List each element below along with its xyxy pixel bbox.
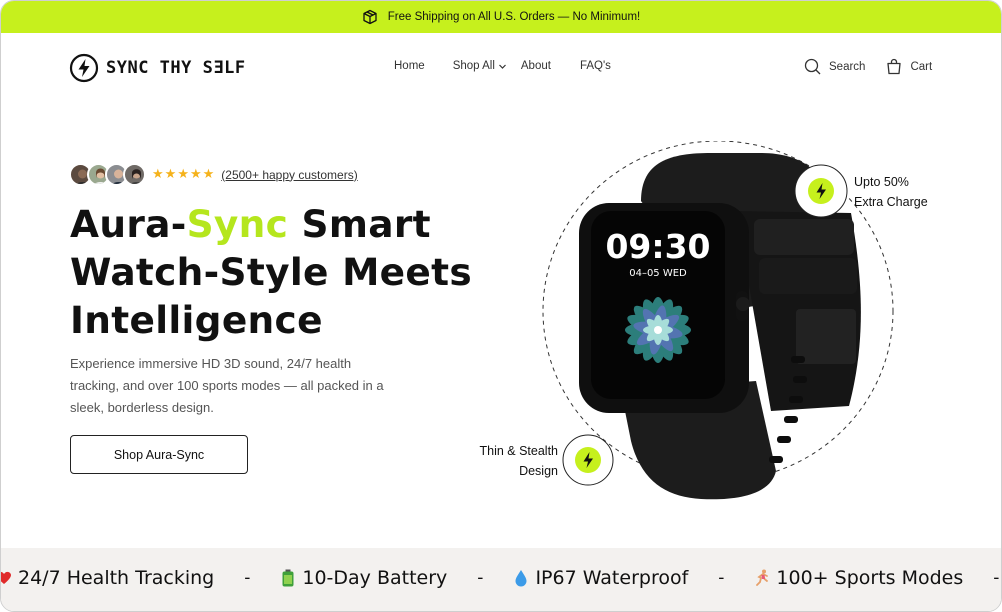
marquee-item-label: 24/7 Health Tracking: [18, 567, 215, 589]
brand-name: SYNC THY SƎLF: [106, 58, 246, 78]
title-accent: Sync: [186, 202, 289, 246]
star-icon: ★: [177, 167, 189, 182]
cart-label: Cart: [910, 60, 933, 73]
watch-date: 04–05 WED: [629, 268, 687, 279]
nav-home[interactable]: Home: [394, 60, 425, 72]
marquee-item-label: 10-Day Battery: [302, 567, 448, 589]
marquee-separator: -: [477, 568, 484, 588]
nav-shop-all-label: Shop All: [452, 60, 495, 72]
feature-top-line2: Extra Charge: [854, 195, 928, 209]
chevron-down-icon: [498, 64, 506, 69]
header-actions: Search Cart: [804, 58, 932, 75]
feature-thin-design: Thin & Stealth Design: [473, 441, 558, 481]
nav-shop-all[interactable]: Shop All: [453, 60, 507, 72]
page-frame: Free Shipping on All U.S. Orders — No Mi…: [0, 0, 1002, 612]
rating-stars: ★ ★ ★ ★ ★: [152, 167, 214, 182]
marquee-separator: -: [244, 568, 251, 588]
watch-time: 09:30: [605, 227, 710, 266]
feature-bottom-line2: Design: [519, 464, 558, 478]
title-part2: Smart: [288, 202, 431, 246]
announcement-text: Free Shipping on All U.S. Orders — No Mi…: [387, 11, 641, 23]
marquee-item-label: 100+ Sports Modes: [776, 567, 964, 589]
lightning-icon: [69, 53, 99, 83]
runner-icon: [756, 569, 769, 586]
heart-icon: [1, 571, 11, 584]
shop-aura-sync-button[interactable]: Shop Aura-Sync: [70, 435, 248, 474]
battery-icon: [282, 569, 294, 587]
marquee-item: 100+ Sports Modes: [754, 567, 963, 589]
nav-home-label: Home: [394, 60, 425, 72]
star-icon: ★: [164, 167, 177, 182]
nav-faqs-label: FAQ's: [579, 60, 611, 72]
customer-avatars: [69, 163, 146, 186]
hero-title: Aura-Sync Smart Watch-Style Meets Intell…: [70, 200, 472, 344]
title-line3: Intelligence: [70, 298, 323, 342]
nav-faqs[interactable]: FAQ's: [580, 60, 611, 72]
droplet-icon: [515, 570, 527, 587]
marquee-track: 24/7 Health Tracking - 10-Day Battery - …: [1, 548, 1001, 608]
main-nav: Home Shop All About FAQ's: [394, 60, 611, 72]
marquee-item-label: IP67 Waterproof: [535, 567, 689, 589]
marquee-separator: -: [718, 568, 725, 588]
hero-description: Experience immersive HD 3D sound, 24/7 h…: [70, 356, 384, 415]
search-button[interactable]: Search: [804, 58, 865, 75]
cart-button[interactable]: Cart: [886, 58, 932, 75]
marquee-separator: -: [993, 568, 1000, 588]
marquee-item: 10-Day Battery: [280, 567, 447, 589]
nav-about-label: About: [520, 60, 551, 72]
brand-logo[interactable]: SYNC THY SƎLF: [69, 53, 246, 83]
feature-top-line1: Upto 50%: [854, 175, 909, 189]
feature-bottom-line1: Thin & Stealth: [479, 444, 558, 458]
nav-about[interactable]: About: [521, 60, 551, 72]
search-icon: [804, 58, 821, 75]
feature-extra-charge: Upto 50% Extra Charge: [854, 172, 928, 212]
marquee-item: 24/7 Health Tracking: [1, 567, 214, 589]
customers-count-link[interactable]: (2500+ happy customers): [221, 168, 357, 182]
star-icon: ★: [189, 167, 202, 182]
features-marquee: 24/7 Health Tracking - 10-Day Battery - …: [1, 548, 1001, 611]
title-part1: Aura-: [70, 202, 187, 246]
marquee-item: IP67 Waterproof: [513, 567, 688, 589]
title-line2: Watch-Style Meets: [70, 250, 472, 294]
box-icon: [363, 9, 377, 25]
search-label: Search: [829, 60, 866, 73]
battery-feature-badge: [794, 164, 848, 218]
bag-icon: [887, 58, 902, 75]
star-icon: ★: [152, 167, 164, 182]
star-icon: ★: [202, 167, 215, 182]
announcement-bar: Free Shipping on All U.S. Orders — No Mi…: [1, 1, 1001, 33]
avatar: [123, 163, 146, 186]
social-proof: ★ ★ ★ ★ ★ (2500+ happy customers): [69, 163, 358, 186]
thin-design-feature-badge: [562, 434, 614, 486]
